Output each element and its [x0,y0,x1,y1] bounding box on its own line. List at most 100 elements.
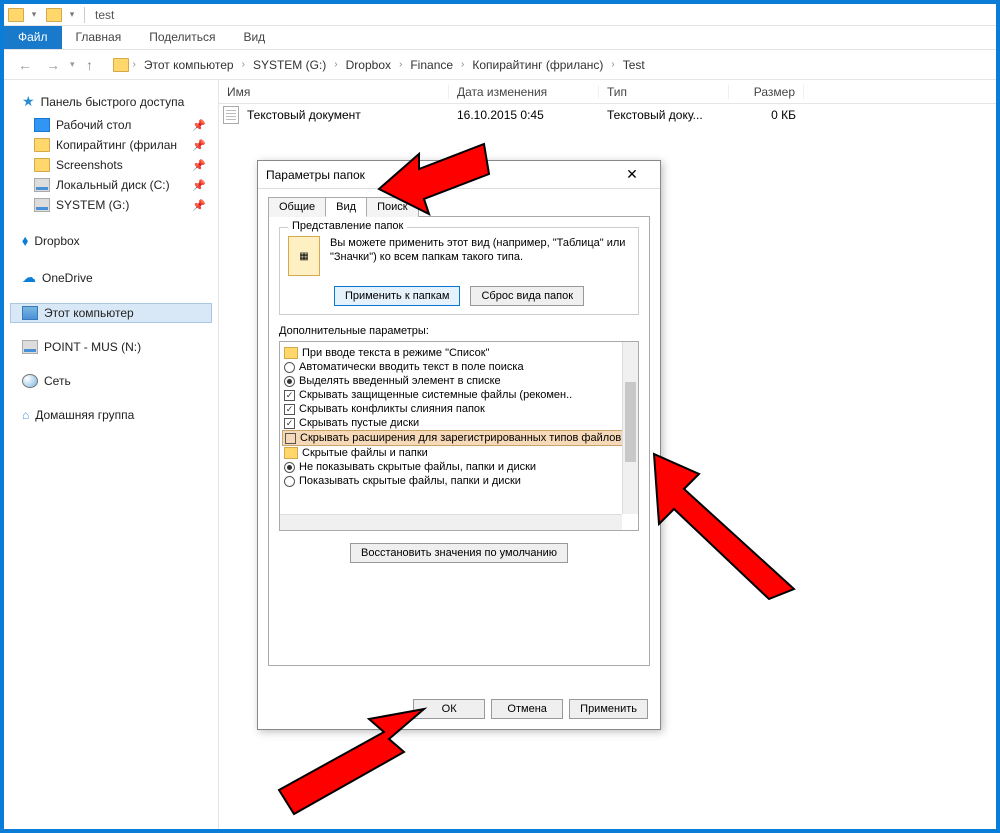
sidebar-label: OneDrive [42,271,93,285]
chevron-right-icon[interactable]: › [131,59,138,70]
file-row[interactable]: Текстовый документ 16.10.2015 0:45 Текст… [219,104,996,126]
homegroup-icon: ⌂ [22,408,29,422]
tree-label[interactable]: Автоматически вводить текст в поле поиск… [299,361,524,373]
tree-label[interactable]: Не показывать скрытые файлы, папки и дис… [299,461,536,473]
reset-folder-view-button[interactable]: Сброс вида папок [470,286,584,306]
ribbon-share-tab[interactable]: Поделиться [135,26,229,49]
pin-icon: 📌 [192,159,206,172]
col-type[interactable]: Тип [599,85,729,99]
sidebar-label: Рабочий стол [56,118,131,132]
horizontal-scrollbar[interactable] [280,514,622,530]
pin-icon: 📌 [192,179,206,192]
file-type: Текстовый доку... [599,108,729,122]
checkbox-icon[interactable]: ✓ [284,390,295,401]
ribbon-view-tab[interactable]: Вид [229,26,279,49]
sidebar-this-pc[interactable]: Этот компьютер [10,303,212,323]
ribbon-home-tab[interactable]: Главная [62,26,136,49]
dialog-titlebar[interactable]: Параметры папок ✕ [258,161,660,189]
tree-label[interactable]: Скрывать пустые диски [299,417,419,429]
crumb-dropbox[interactable]: Dropbox [342,56,395,74]
advanced-settings-tree[interactable]: При вводе текста в режиме "Список" Автом… [279,341,639,531]
tree-label[interactable]: Скрывать защищенные системные файлы (рек… [299,389,572,401]
crumb-system[interactable]: SYSTEM (G:) [249,56,330,74]
tree-label[interactable]: Выделять введенный элемент в списке [299,375,501,387]
folder-icon [113,58,129,72]
onedrive-icon: ☁ [22,269,36,286]
sidebar-label: Локальный диск (C:) [56,178,170,192]
sidebar-label: Панель быстрого доступа [41,95,185,109]
pc-icon [22,306,38,320]
back-button[interactable]: ← [14,54,36,76]
vertical-scrollbar[interactable] [622,342,638,514]
cancel-button[interactable]: Отмена [491,699,563,719]
tree-label[interactable]: Показывать скрытые файлы, папки и диски [299,475,521,487]
col-name[interactable]: Имя [219,85,449,99]
pin-icon: 📌 [192,119,206,132]
tree-label[interactable]: Скрывать расширения для зарегистрированн… [300,432,621,444]
sidebar-quick-access[interactable]: ★ Панель быстрого доступа [10,90,212,113]
tab-view[interactable]: Вид [325,197,367,217]
window-titlebar: ▾ ▾ test [4,4,996,26]
radio-icon[interactable] [284,362,295,373]
tab-general[interactable]: Общие [268,197,326,217]
ok-button[interactable]: ОК [413,699,485,719]
apply-button[interactable]: Применить [569,699,648,719]
checkbox-icon[interactable]: ✓ [284,404,295,415]
sidebar-item-desktop[interactable]: Рабочий стол 📌 [10,115,212,135]
chevron-right-icon[interactable]: › [459,59,466,70]
apply-to-folders-button[interactable]: Применить к папкам [334,286,461,306]
column-headers[interactable]: Имя Дата изменения Тип Размер [219,80,996,104]
sidebar-item-screenshots[interactable]: Screenshots 📌 [10,155,212,175]
radio-icon[interactable] [284,376,295,387]
folder-icon [34,158,50,172]
drive-icon [34,178,50,192]
folder-open-icon [46,8,62,22]
drive-icon [34,198,50,212]
chevron-right-icon[interactable]: › [609,59,616,70]
tree-label: При вводе текста в режиме "Список" [302,347,489,359]
qat-dropdown-icon[interactable]: ▾ [26,7,42,23]
sidebar-label: Сеть [44,374,71,388]
col-date[interactable]: Дата изменения [449,85,599,99]
checkbox-icon[interactable]: ✓ [284,418,295,429]
sidebar-homegroup[interactable]: ⌂ Домашняя группа [10,405,212,425]
chevron-right-icon[interactable]: › [332,59,339,70]
sidebar-item-drive-g[interactable]: SYSTEM (G:) 📌 [10,195,212,215]
radio-icon[interactable] [284,476,295,487]
close-button[interactable]: ✕ [612,163,652,187]
sidebar-onedrive[interactable]: ☁ OneDrive [10,266,212,289]
sidebar-dropbox[interactable]: ⬧ Dropbox [10,229,212,252]
up-button[interactable]: ↑ [81,56,99,74]
ribbon-file-tab[interactable]: Файл [4,26,62,49]
radio-icon[interactable] [284,462,295,473]
sidebar-point-mus[interactable]: POINT - MUS (N:) [10,337,212,357]
sidebar-item-drive-c[interactable]: Локальный диск (C:) 📌 [10,175,212,195]
star-icon: ★ [22,93,35,110]
checkbox-icon[interactable] [285,433,296,444]
col-size[interactable]: Размер [729,85,804,99]
restore-defaults-button[interactable]: Восстановить значения по умолчанию [350,543,568,563]
desktop-icon [34,118,50,132]
text-file-icon [223,106,239,124]
hide-extensions-row[interactable]: Скрывать расширения для зарегистрированн… [282,430,636,446]
forward-button[interactable]: → [42,54,64,76]
tree-label[interactable]: Скрывать конфликты слияния папок [299,403,485,415]
crumb-pc[interactable]: Этот компьютер [140,56,238,74]
crumb-test[interactable]: Test [619,56,649,74]
breadcrumb[interactable]: › Этот компьютер › SYSTEM (G:) › Dropbox… [113,56,649,74]
chevron-right-icon[interactable]: › [397,59,404,70]
folder-icon [284,447,298,459]
sidebar-network[interactable]: Сеть [10,371,212,391]
recent-dropdown-icon[interactable]: ▾ [70,59,75,70]
folder-view-groupbox: Представление папок ▦ Вы можете применит… [279,227,639,315]
crumb-finance[interactable]: Finance [406,56,457,74]
crumb-copy[interactable]: Копирайтинг (фриланс) [468,56,607,74]
dialog-tabs: Общие Вид Поиск [258,189,660,217]
divider [84,7,85,23]
tab-search[interactable]: Поиск [366,197,418,217]
qat-dropdown-icon-2[interactable]: ▾ [64,7,80,23]
scrollbar-thumb[interactable] [625,382,636,462]
dialog-body: Представление папок ▦ Вы можете применит… [268,216,650,666]
sidebar-item-copywriting[interactable]: Копирайтинг (фрилан 📌 [10,135,212,155]
chevron-right-icon[interactable]: › [240,59,247,70]
